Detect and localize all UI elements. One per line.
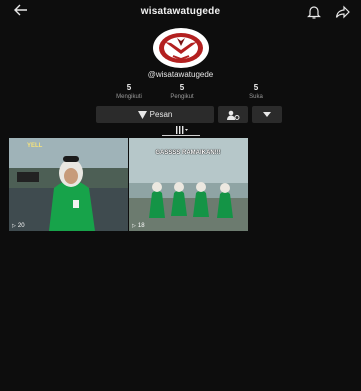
content-tabs [0, 126, 361, 136]
logo-emblem [154, 29, 208, 67]
caret-down-icon [263, 112, 271, 117]
bell-icon [307, 6, 321, 19]
share-button[interactable] [335, 4, 351, 20]
avatar[interactable] [153, 28, 209, 68]
video-views-value: 18 [137, 223, 145, 229]
video-thumbnail-image [9, 138, 128, 231]
stat-followers-count: 5 [179, 83, 185, 92]
stat-likes-label: Suka [249, 94, 263, 100]
top-bar: wisatawatugede [0, 0, 361, 28]
play-icon: ▷ [132, 223, 136, 229]
video-overlay-text: GASSSS RAMAIKAN!!! [155, 150, 221, 156]
send-icon [137, 110, 147, 119]
stat-followers-label: Pengikut [170, 94, 194, 100]
tab-indicator [162, 135, 200, 136]
stat-following[interactable]: 5 Mengikuti [99, 83, 159, 101]
add-friend-button[interactable] [218, 106, 248, 123]
video-overlay-text: YELL [27, 143, 43, 149]
share-icon [335, 5, 350, 19]
video-thumbnail[interactable]: YELL ▷ 20 [9, 138, 128, 231]
message-button-label: Pesan [149, 110, 173, 119]
video-view-count: ▷ 18 [132, 223, 145, 229]
video-view-count: ▷ 20 [12, 223, 25, 229]
video-thumbnail[interactable]: GASSSS RAMAIKAN!!! ▷ 18 [129, 138, 248, 231]
stat-following-label: Mengikuti [116, 94, 142, 100]
grid-icon [176, 126, 188, 134]
more-button[interactable] [252, 106, 282, 123]
stat-likes-count: 5 [253, 83, 259, 92]
stat-following-count: 5 [126, 83, 132, 92]
message-button[interactable]: Pesan [96, 106, 214, 123]
profile-screen: wisatawatugede @wisatawatugede 5 Mengiku… [0, 0, 361, 391]
profile-handle: @wisatawatugede [147, 70, 214, 79]
notification-button[interactable] [307, 4, 321, 20]
stat-followers[interactable]: 5 Pengikut [152, 83, 212, 101]
person-add-icon [227, 110, 240, 120]
video-views-value: 20 [17, 223, 25, 229]
stat-likes[interactable]: 5 Suka [226, 83, 286, 101]
play-icon: ▷ [12, 223, 16, 229]
